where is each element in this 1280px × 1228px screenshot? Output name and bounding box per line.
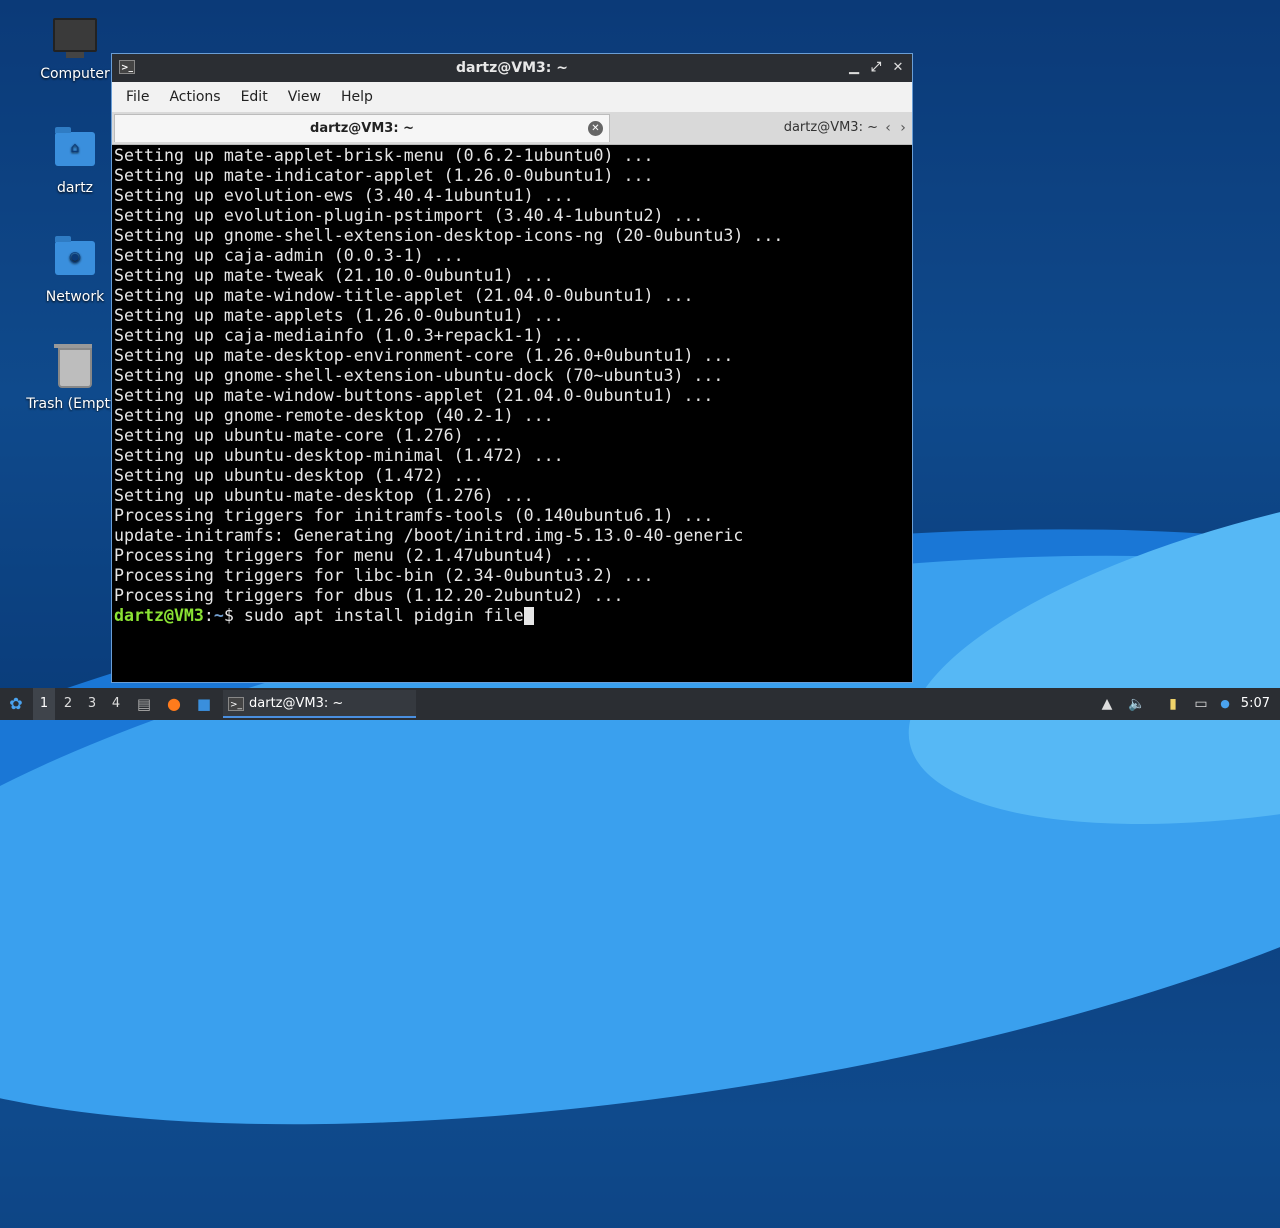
desktop-icon-label: Trash (Empty) [26,396,124,412]
updates-icon[interactable]: ▲ [1099,696,1115,712]
workspace-1[interactable]: 1 [33,688,55,720]
workspace-2[interactable]: 2 [57,688,79,720]
terminal-line: Processing triggers for menu (2.1.47ubun… [114,546,594,565]
terminal-line: Setting up mate-window-buttons-applet (2… [114,386,714,405]
menu-edit[interactable]: Edit [231,89,278,105]
terminal-line: Setting up ubuntu-mate-desktop (1.276) .… [114,486,534,505]
workspace-4[interactable]: 4 [105,688,127,720]
terminal-line: Setting up ubuntu-desktop (1.472) ... [114,466,484,485]
prompt-path: ~ [213,606,224,625]
tab-terminal-1[interactable]: dartz@VM3: ~ ✕ [114,114,610,142]
volume-icon[interactable]: 🔈 [1128,696,1145,712]
terminal-line: Setting up evolution-ews (3.40.4-1ubuntu… [114,186,574,205]
tab-scroll-left-icon[interactable]: ‹ [882,118,894,138]
terminal-line: Processing triggers for libc-bin (2.34-0… [114,566,654,585]
network-icon[interactable]: ▭ [1193,696,1209,712]
menu-view[interactable]: View [278,89,331,105]
terminal-line: Setting up caja-mediainfo (1.0.3+repack1… [114,326,584,345]
terminal-line: Setting up mate-applets (1.26.0-0ubuntu1… [114,306,564,325]
task-label: dartz@VM3: ~ [249,696,344,711]
terminal-line: Processing triggers for dbus (1.12.20-2u… [114,586,624,605]
window-title: dartz@VM3: ~ [456,60,568,76]
terminal-line: Setting up ubuntu-desktop-minimal (1.472… [114,446,564,465]
terminal-output[interactable]: Setting up mate-applet-brisk-menu (0.6.2… [114,146,910,680]
desktop-icon-trash[interactable]: Trash (Empty) [25,344,125,412]
window-titlebar[interactable]: >_ dartz@VM3: ~ ▁ ⤢ ✕ [112,54,912,82]
tab-label: dartz@VM3: ~ [310,121,414,136]
terminal-line: Setting up caja-admin (0.0.3-1) ... [114,246,464,265]
terminal-line: Setting up ubuntu-mate-core (1.276) ... [114,426,504,445]
menu-help[interactable]: Help [331,89,383,105]
tab-terminal-2[interactable]: dartz@VM3: ~ [612,114,878,142]
clock[interactable]: 5:07 [1241,688,1270,720]
desktop-icon-label: dartz [56,180,94,196]
terminal-line: Setting up mate-applet-brisk-menu (0.6.2… [114,146,654,165]
command-input[interactable]: sudo apt install pidgin file [244,606,524,625]
file-manager-icon[interactable]: ▤ [134,688,154,720]
minimize-icon[interactable]: ▁ [846,60,862,76]
desktop-icon-computer[interactable]: Computer [25,18,125,82]
desktop-icon-label: Computer [40,66,110,82]
menubar: File Actions Edit View Help [112,82,912,112]
desktop-icon-label: Network [45,289,105,305]
taskbar-task-terminal[interactable]: >_ dartz@VM3: ~ [223,690,416,718]
terminal-line: Setting up gnome-shell-extension-ubuntu-… [114,366,724,385]
close-icon[interactable]: ✕ [890,60,906,76]
terminal-app-icon: >_ [228,697,244,711]
trash-icon [53,344,97,392]
show-desktop-icon[interactable]: ■ [194,688,214,720]
terminal-line: Setting up mate-desktop-environment-core… [114,346,734,365]
tab-bar: dartz@VM3: ~ ✕ dartz@VM3: ~ ‹ › [112,112,912,145]
home-folder-icon: ⌂ [53,127,97,176]
menu-actions[interactable]: Actions [159,89,230,105]
menu-file[interactable]: File [116,89,159,105]
prompt-sep: : [203,606,214,625]
clipboard-icon[interactable]: ▮ [1165,696,1181,712]
prompt-user: dartz@VM3 [114,606,204,625]
tab-label: dartz@VM3: ~ [783,120,878,135]
notification-icon[interactable]: ● [1217,696,1233,712]
firefox-icon[interactable]: ● [164,688,184,720]
brisk-menu-icon[interactable]: ✿ [4,688,28,720]
terminal-line: Setting up mate-window-title-applet (21.… [114,286,694,305]
terminal-line: Setting up gnome-remote-desktop (40.2-1)… [114,406,554,425]
terminal-line: Processing triggers for initramfs-tools … [114,506,714,525]
terminal-line: Setting up mate-indicator-applet (1.26.0… [114,166,654,185]
computer-icon [53,18,97,62]
desktop-icon-network[interactable]: ◉ Network [25,236,125,305]
maximize-icon[interactable]: ⤢ [868,60,884,76]
terminal-line: Setting up evolution-plugin-pstimport (3… [114,206,704,225]
taskbar: ✿ 1 2 3 4 ▤ ● ■ >_ dartz@VM3: ~ ▲ 🔈 ▮ ▭ … [0,688,1280,720]
prompt-line: dartz@VM3:~$ sudo apt install pidgin fil… [114,606,910,626]
terminal-line: Setting up gnome-shell-extension-desktop… [114,226,784,245]
tab-close-icon[interactable]: ✕ [588,121,603,136]
terminal-window[interactable]: >_ dartz@VM3: ~ ▁ ⤢ ✕ File Actions Edit … [111,53,913,683]
text-cursor [523,607,534,625]
workspace-3[interactable]: 3 [81,688,103,720]
terminal-line: update-initramfs: Generating /boot/initr… [114,526,744,545]
tab-scroll-right-icon[interactable]: › [897,118,909,138]
prompt-symbol: $ [223,606,244,625]
desktop-icon-home[interactable]: ⌂ dartz [25,127,125,196]
terminal-app-icon: >_ [119,60,135,74]
terminal-line: Setting up mate-tweak (21.10.0-0ubuntu1)… [114,266,554,285]
network-folder-icon: ◉ [53,236,97,285]
